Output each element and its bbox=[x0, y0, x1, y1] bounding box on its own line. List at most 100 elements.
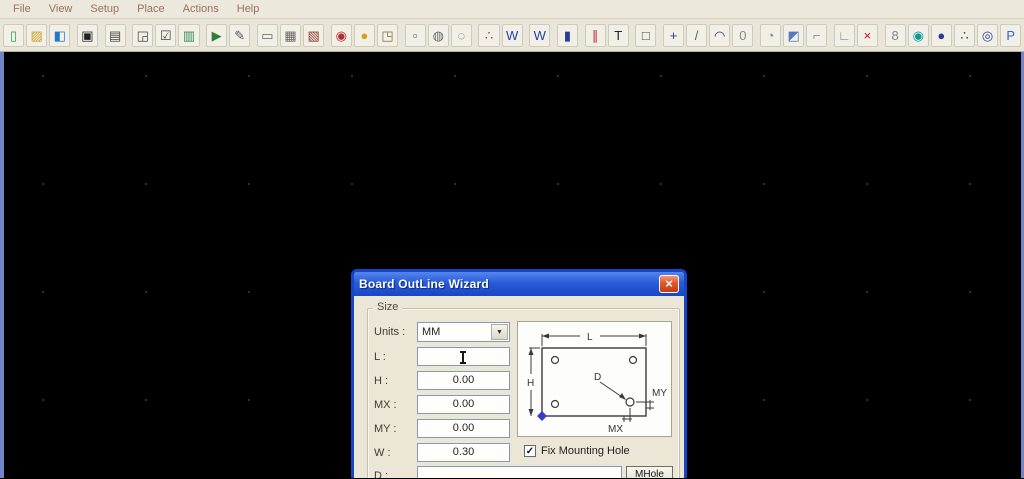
units-select[interactable]: MM ▼ bbox=[417, 322, 510, 342]
via-icon[interactable]: ▮ bbox=[556, 23, 578, 47]
layers-icon[interactable]: ◩ bbox=[783, 23, 805, 47]
menu-place[interactable]: Place bbox=[128, 1, 174, 17]
polygon-pour-icon[interactable]: P bbox=[1000, 23, 1022, 47]
table-icon[interactable]: ▦ bbox=[279, 23, 302, 47]
grid-dot bbox=[351, 75, 353, 77]
canvas[interactable]: Board OutLine Wizard × Size Units : L : … bbox=[0, 52, 1024, 478]
grid-dot bbox=[969, 75, 971, 77]
grid-dot bbox=[969, 291, 971, 293]
import-icon[interactable]: ◧ bbox=[49, 23, 71, 47]
package-icon[interactable]: ◳ bbox=[376, 23, 399, 47]
grid-dot bbox=[42, 183, 44, 185]
grid-dot bbox=[145, 183, 147, 185]
world-icon[interactable]: ● bbox=[353, 23, 375, 47]
grid-dot bbox=[866, 399, 868, 401]
toolbar-separator bbox=[127, 24, 132, 46]
toolbar-separator bbox=[828, 24, 833, 46]
open-folder-icon[interactable]: ▨ bbox=[26, 23, 48, 47]
menu-actions[interactable]: Actions bbox=[174, 1, 228, 17]
measure-icon[interactable]: ∟ bbox=[833, 23, 855, 47]
w-field[interactable]: 0.30 bbox=[417, 443, 510, 462]
save-icon[interactable]: ▣ bbox=[76, 23, 98, 47]
sheet-icon[interactable]: ▭ bbox=[256, 23, 278, 47]
grid-dot bbox=[351, 183, 353, 185]
ring-icon[interactable]: ◎ bbox=[977, 23, 999, 47]
grid-dot bbox=[248, 183, 250, 185]
preview-my-label: MY bbox=[652, 388, 667, 399]
units-label: Units : bbox=[374, 326, 406, 338]
run-icon[interactable]: ▶ bbox=[206, 23, 228, 47]
grid-dot bbox=[42, 75, 44, 77]
my-label: MY : bbox=[374, 423, 397, 435]
mx-field[interactable]: 0.00 bbox=[417, 395, 510, 414]
grid-dot bbox=[42, 399, 44, 401]
grid-dot bbox=[763, 183, 765, 185]
dialog-titlebar[interactable]: Board OutLine Wizard × bbox=[354, 272, 684, 296]
preview-l-label: L bbox=[587, 332, 593, 343]
menu-view[interactable]: View bbox=[40, 1, 82, 17]
delete-icon[interactable]: × bbox=[856, 23, 879, 47]
close-icon[interactable]: × bbox=[659, 275, 679, 293]
teardrop-icon[interactable]: ◉ bbox=[907, 23, 929, 47]
toolbar-separator bbox=[71, 24, 76, 46]
d-label: D : bbox=[374, 470, 389, 478]
mhole-button[interactable]: MHole bbox=[626, 466, 673, 478]
move-cross-icon[interactable]: + bbox=[662, 23, 685, 47]
fanout-icon[interactable]: ∴ bbox=[953, 23, 976, 47]
l-label: L : bbox=[374, 351, 386, 363]
toolbar-separator bbox=[99, 24, 104, 46]
rectangle-icon[interactable]: □ bbox=[635, 23, 657, 47]
grid-dot bbox=[248, 291, 250, 293]
edit-page-icon[interactable]: ✎ bbox=[229, 23, 251, 47]
lock-icon[interactable]: ◍ bbox=[427, 23, 449, 47]
dialog-title: Board OutLine Wizard bbox=[359, 277, 489, 291]
chevron-down-icon[interactable]: ▼ bbox=[491, 324, 508, 340]
text-icon[interactable]: T bbox=[607, 23, 629, 47]
fix-mounting-hole-row: ✓ Fix Mounting Hole bbox=[524, 445, 630, 457]
grid-dot bbox=[763, 291, 765, 293]
l-field[interactable] bbox=[417, 347, 510, 366]
menu-help[interactable]: Help bbox=[228, 1, 269, 17]
route-dot-icon[interactable]: ● bbox=[930, 23, 952, 47]
display-icon[interactable]: ▥ bbox=[178, 23, 200, 47]
toolbar-separator bbox=[579, 24, 584, 46]
grid-dot bbox=[866, 183, 868, 185]
unlock-icon[interactable]: ◌ bbox=[450, 23, 472, 47]
mx-label: MX : bbox=[374, 399, 397, 411]
parts-bin-icon[interactable]: ◉ bbox=[330, 23, 352, 47]
pin-pair-icon[interactable]: ∴ bbox=[478, 23, 500, 47]
preview-mx-label: MX bbox=[608, 424, 623, 435]
d-field[interactable] bbox=[417, 466, 622, 478]
copper-icon[interactable]: ◔ bbox=[759, 23, 782, 47]
my-field[interactable]: 0.00 bbox=[417, 419, 510, 438]
wave-check-icon[interactable]: W bbox=[501, 23, 523, 47]
pad-icon[interactable]: 0 bbox=[732, 23, 754, 47]
hatch-lines-icon[interactable]: ∥ bbox=[584, 23, 606, 47]
wave-check2-icon[interactable]: W bbox=[529, 23, 551, 47]
page-copy-icon[interactable]: ▫ bbox=[404, 23, 426, 47]
grid-dot bbox=[660, 183, 662, 185]
grid-dot bbox=[248, 399, 250, 401]
fix-mounting-hole-checkbox[interactable]: ✓ bbox=[524, 445, 536, 457]
toolbar-separator bbox=[657, 24, 662, 46]
toolbar-separator bbox=[473, 24, 478, 46]
grid-dot bbox=[866, 291, 868, 293]
via-b-icon[interactable]: 8 bbox=[884, 23, 906, 47]
print-icon[interactable]: ▤ bbox=[104, 23, 126, 47]
dimension-icon[interactable]: ⌐ bbox=[806, 23, 828, 47]
line-icon[interactable]: / bbox=[686, 23, 708, 47]
check-options-icon[interactable]: ☑ bbox=[155, 23, 177, 47]
toolbar-separator bbox=[399, 24, 404, 46]
h-field[interactable]: 0.00 bbox=[417, 371, 510, 390]
grid-dot bbox=[454, 75, 456, 77]
zoom-window-icon[interactable]: ◲ bbox=[132, 23, 154, 47]
menu-setup[interactable]: Setup bbox=[81, 1, 128, 17]
size-group-label: Size bbox=[373, 301, 403, 313]
arc-icon[interactable]: ◠ bbox=[709, 23, 731, 47]
grid-dot bbox=[42, 291, 44, 293]
menu-file[interactable]: File bbox=[4, 1, 40, 17]
library-book-icon[interactable]: ▧ bbox=[303, 23, 325, 47]
new-file-icon[interactable]: ▯ bbox=[3, 23, 25, 47]
toolbar-separator bbox=[630, 24, 635, 46]
preview-h-label: H bbox=[527, 378, 534, 389]
